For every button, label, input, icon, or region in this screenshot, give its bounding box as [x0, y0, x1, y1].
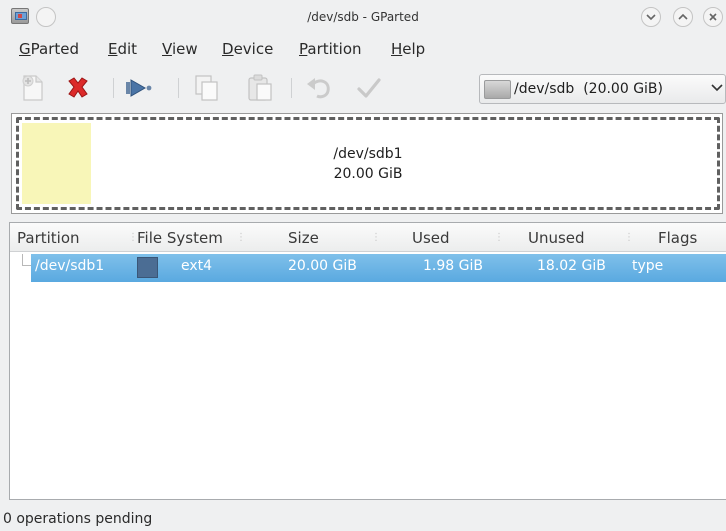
column-header-filesystem[interactable]: File System — [137, 229, 223, 247]
apply-button[interactable] — [353, 72, 385, 104]
cell-flags: type — [632, 258, 664, 274]
copy-button[interactable] — [190, 72, 222, 104]
column-header-flags[interactable]: Flags — [658, 229, 697, 247]
column-header-unused[interactable]: Unused — [528, 229, 585, 247]
undo-button[interactable] — [303, 72, 335, 104]
close-icon — [709, 13, 717, 21]
disk-graphic-map: /dev/sdb1 20.00 GiB — [11, 113, 723, 214]
resize-move-button[interactable] — [123, 72, 155, 104]
column-separator: ⋮ — [494, 232, 504, 243]
partition-table: Partition ⋮ File System ⋮ Size ⋮ Used ⋮ … — [9, 222, 726, 500]
cell-partition: /dev/sdb1 — [35, 258, 105, 274]
device-size: (20.00 GiB) — [583, 81, 663, 97]
menu-gparted-mnemonic: G — [19, 40, 31, 58]
toolbar: /dev/sdb (20.00 GiB) — [0, 66, 726, 110]
menu-view[interactable]: View — [162, 40, 198, 58]
harddisk-icon — [484, 80, 511, 99]
delete-icon — [68, 77, 88, 98]
minimize-button[interactable] — [641, 7, 661, 27]
paste-icon — [248, 74, 272, 101]
menu-help-label: elp — [402, 40, 426, 58]
partition-graphic-size: 20.00 GiB — [333, 166, 403, 182]
device-selector-label: /dev/sdb (20.00 GiB) — [514, 81, 663, 97]
chevron-down-icon — [709, 79, 725, 99]
column-separator: ⋮ — [236, 232, 246, 243]
column-header-size[interactable]: Size — [288, 229, 319, 247]
device-selector[interactable]: /dev/sdb (20.00 GiB) — [479, 74, 726, 104]
status-text: 0 operations pending — [3, 511, 153, 527]
status-bar: 0 operations pending — [0, 507, 726, 531]
toolbar-separator — [178, 78, 179, 98]
used-space-bar — [22, 123, 91, 204]
toolbar-separator — [291, 78, 292, 98]
cell-unused: 18.02 GiB — [537, 258, 606, 274]
menu-bar: GParted Edit View Device Partition Help — [0, 36, 726, 64]
new-partition-button[interactable] — [16, 72, 48, 104]
partition-graphic-name: /dev/sdb1 — [333, 146, 403, 162]
table-row[interactable]: /dev/sdb1 ext4 20.00 GiB 1.98 GiB 18.02 … — [31, 254, 726, 282]
paste-button[interactable] — [244, 72, 276, 104]
column-separator: ⋮ — [624, 232, 634, 243]
column-separator: ⋮ — [371, 232, 381, 243]
menu-partition[interactable]: Partition — [299, 40, 362, 58]
chevron-up-icon — [678, 13, 688, 20]
chevron-down-icon — [646, 14, 656, 21]
delete-button[interactable] — [62, 72, 94, 104]
menu-edit-label: dit — [117, 40, 138, 58]
menu-partition-label: artition — [307, 40, 362, 58]
cell-size: 20.00 GiB — [288, 258, 357, 274]
tree-connector — [22, 254, 31, 266]
new-partition-icon — [22, 75, 43, 101]
copy-icon — [195, 75, 218, 101]
menu-view-mnemonic: V — [162, 40, 172, 58]
menu-help-mnemonic: H — [391, 40, 403, 58]
device-path: /dev/sdb — [514, 81, 575, 97]
cell-used: 1.98 GiB — [423, 258, 483, 274]
menu-device-mnemonic: D — [222, 40, 234, 58]
maximize-button[interactable] — [673, 7, 693, 27]
title-bar: /dev/sdb - GParted — [0, 0, 726, 36]
close-button[interactable] — [703, 7, 723, 27]
table-header: Partition ⋮ File System ⋮ Size ⋮ Used ⋮ … — [10, 223, 726, 252]
menu-device-label: evice — [233, 40, 274, 58]
filesystem-color-swatch — [137, 257, 158, 278]
menu-view-label: iew — [171, 40, 198, 58]
column-header-used[interactable]: Used — [412, 229, 450, 247]
menu-help[interactable]: Help — [391, 40, 425, 58]
column-header-partition[interactable]: Partition — [17, 229, 80, 247]
cell-filesystem: ext4 — [181, 258, 213, 274]
menu-device[interactable]: Device — [222, 40, 273, 58]
menu-gparted-label: Parted — [30, 40, 79, 58]
menu-edit[interactable]: Edit — [108, 40, 137, 58]
undo-icon — [307, 78, 330, 99]
partition-graphic-sdb1[interactable]: /dev/sdb1 20.00 GiB — [16, 117, 720, 210]
resize-move-icon — [126, 79, 152, 97]
toolbar-separator — [113, 78, 114, 98]
menu-gparted[interactable]: GParted — [19, 40, 79, 58]
apply-check-icon — [357, 78, 381, 98]
window-title: /dev/sdb - GParted — [307, 10, 419, 24]
